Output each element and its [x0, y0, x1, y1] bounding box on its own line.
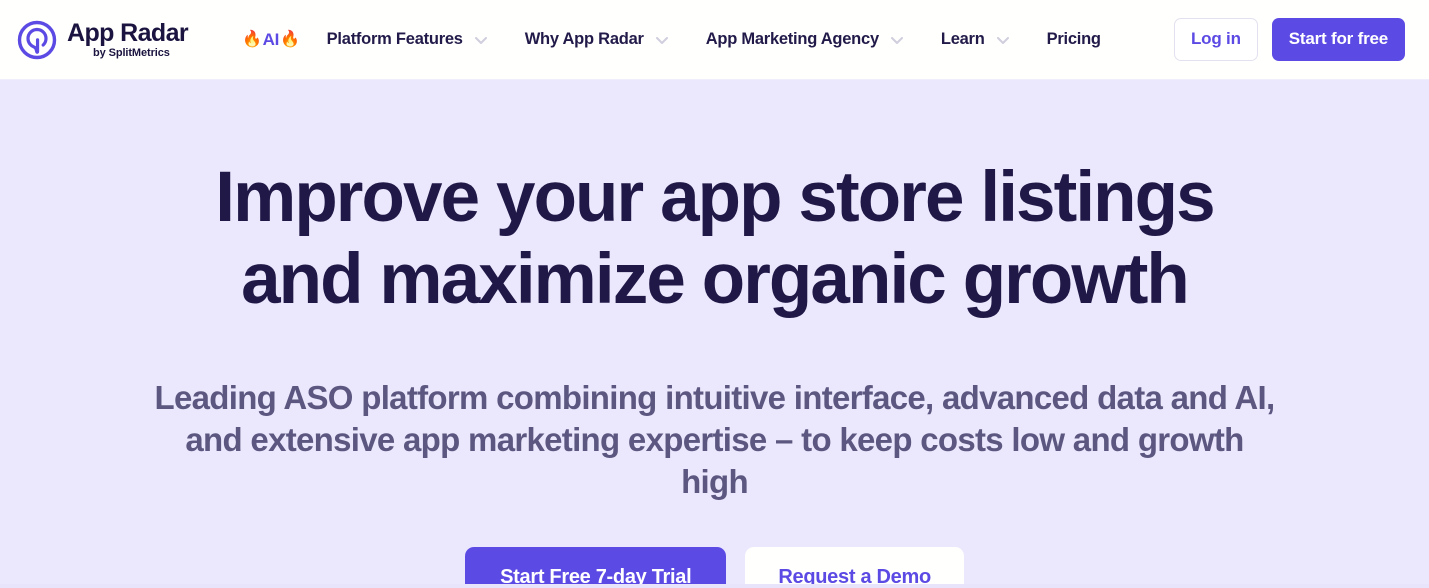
hero-heading: Improve your app store listings and maxi… [215, 158, 1215, 319]
main-navigation: 🔥 AI 🔥 Platform Features Why App Radar A… [242, 22, 1160, 58]
site-header: App Radar by SplitMetrics 🔥 AI 🔥 Platform … [0, 0, 1429, 80]
nav-item-app-marketing-agency[interactable]: App Marketing Agency [689, 22, 924, 58]
chevron-down-icon-app-marketing-agency[interactable] [887, 30, 907, 50]
logo-wordmark: App Radar by SplitMetrics [67, 18, 189, 60]
chevron-down-icon-learn[interactable] [993, 30, 1013, 50]
nav-item-label-pricing: Pricing [1046, 30, 1101, 48]
hero-subheading: Leading ASO platform combining intuitive… [154, 379, 1276, 500]
fire-emoji-right: 🔥 [280, 30, 300, 48]
log-in-button[interactable]: Log in [1173, 18, 1258, 61]
nav-item-label-learn: Learn [940, 30, 985, 48]
nav-item-label-ai: AI [262, 29, 280, 49]
nav-item-label-app-marketing-agency: App Marketing Agency [705, 30, 879, 48]
start-for-free-button[interactable]: Start for free [1271, 18, 1405, 61]
nav-item-pricing[interactable]: Pricing [1030, 22, 1118, 57]
ai-badge: 🔥 AI 🔥 [242, 30, 300, 50]
nav-item-learn[interactable]: Learn [924, 22, 1030, 58]
hero-section: Improve your app store listings and maxi… [0, 80, 1429, 588]
logo-subtitle: by SplitMetrics [93, 47, 170, 60]
start-free-trial-button[interactable]: Start Free 7-day Trial [465, 547, 727, 588]
logo-title: App Radar [67, 18, 189, 47]
request-demo-button[interactable]: Request a Demo [745, 547, 964, 588]
landing-page: App Radar by SplitMetrics 🔥 AI 🔥 Platform … [0, 0, 1429, 588]
logo-home-link[interactable]: App Radar by SplitMetrics [16, 18, 189, 61]
page-bottom-edge [0, 584, 1429, 588]
header-actions: Log in Start for free [1173, 18, 1405, 61]
nav-item-label-why-app-radar: Why App Radar [524, 30, 644, 48]
chevron-down-icon-platform-features[interactable] [471, 30, 491, 50]
nav-item-ai[interactable]: 🔥 AI 🔥 [242, 22, 310, 58]
hero-cta-group: Start Free 7-day Trial Request a Demo [465, 547, 964, 588]
chevron-down-icon-why-app-radar[interactable] [652, 30, 672, 50]
nav-item-platform-features[interactable]: Platform Features [310, 22, 508, 58]
fire-emoji-left: 🔥 [242, 30, 262, 48]
nav-item-label-platform-features: Platform Features [326, 30, 463, 48]
nav-item-why-app-radar[interactable]: Why App Radar [508, 22, 689, 58]
app-radar-radar-logo-icon [16, 19, 58, 61]
